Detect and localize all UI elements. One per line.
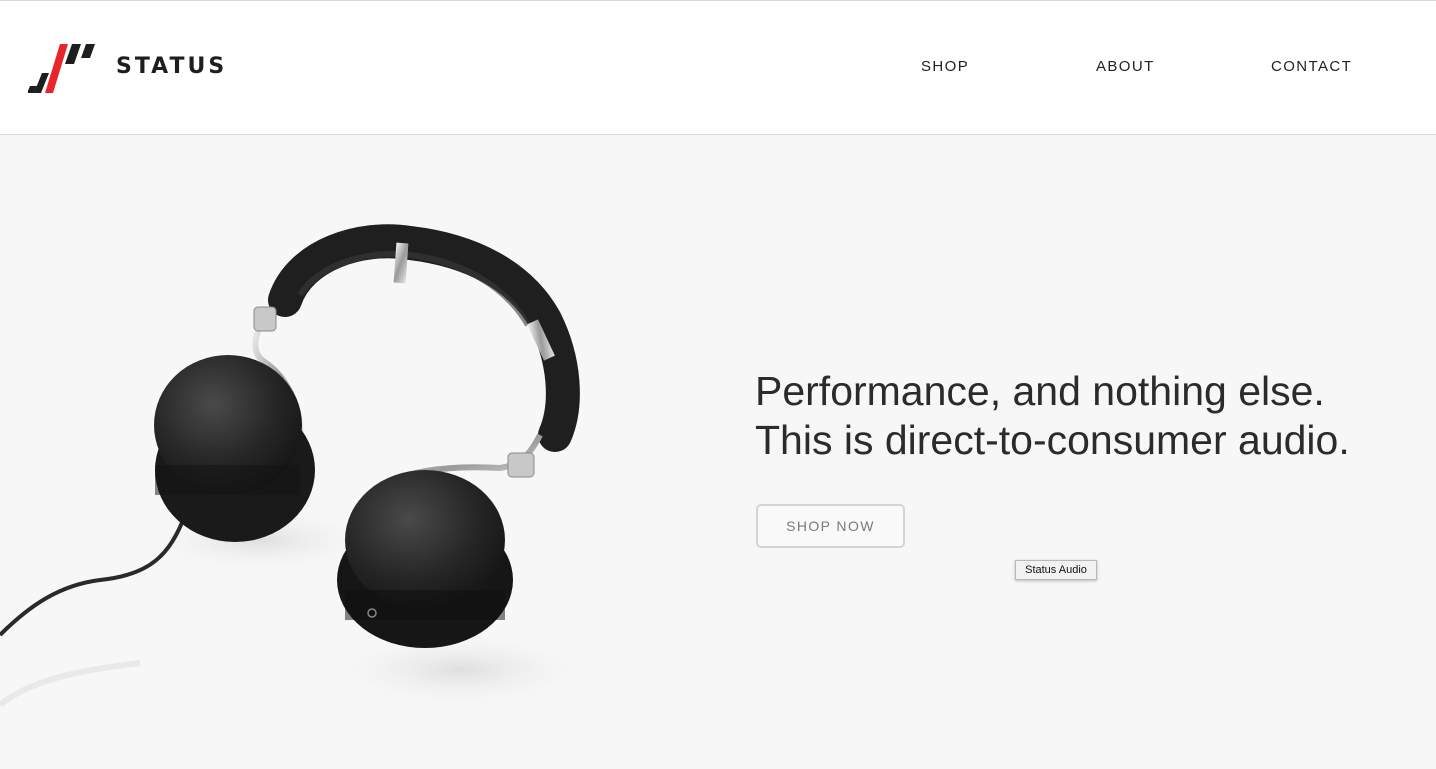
tooltip: Status Audio <box>1015 560 1097 580</box>
brand-name: STATUS <box>116 54 228 79</box>
nav-contact-link[interactable]: CONTACT <box>1271 58 1352 75</box>
hero-section: Performance, and nothing else. This is d… <box>0 135 1436 769</box>
brand-logo[interactable]: STATUS <box>28 42 228 94</box>
headphones-image <box>0 224 600 710</box>
site-header: STATUS SHOP ABOUT CONTACT <box>0 1 1436 135</box>
nav-shop-link[interactable]: SHOP <box>921 58 969 75</box>
logo-mark-icon <box>28 44 95 93</box>
nav-about-link[interactable]: ABOUT <box>1096 58 1155 75</box>
headline-line-2: This is direct-to-consumer audio. <box>755 417 1350 463</box>
shop-now-button[interactable]: SHOP NOW <box>756 504 905 548</box>
hero-headline: Performance, and nothing else. This is d… <box>755 367 1415 465</box>
headline-line-1: Performance, and nothing else. <box>755 368 1325 414</box>
